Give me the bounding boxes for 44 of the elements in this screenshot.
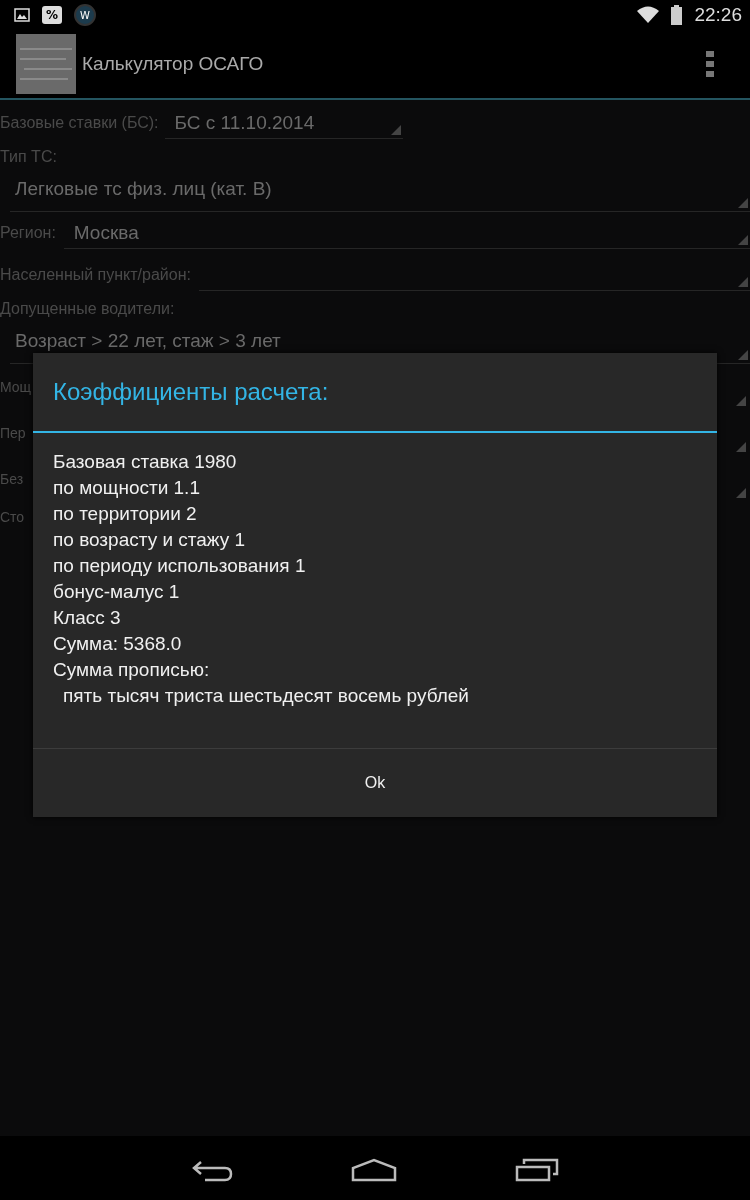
app-title: Калькулятор ОСАГО xyxy=(82,53,265,75)
result-line: по мощности 1.1 xyxy=(53,476,201,500)
result-line: по периоду использования 1 xyxy=(53,554,307,578)
result-line: по возрасту и стажу 1 xyxy=(53,528,247,552)
result-line: Класс 3 xyxy=(53,606,122,630)
back-icon[interactable] xyxy=(191,1158,233,1182)
result-line: бонус-малус 1 xyxy=(53,580,181,604)
ok-button[interactable]: Ok xyxy=(33,749,717,817)
dropdown-corner-icon xyxy=(738,198,748,208)
dropdown[interactable]: БС с 11.10.2014 xyxy=(164,107,403,139)
recent-apps-icon[interactable] xyxy=(515,1158,559,1182)
dropdown-corner-icon xyxy=(738,350,748,360)
field-label: Сто xyxy=(0,509,25,525)
dialog-title: Коэффициенты расчета: xyxy=(33,353,717,433)
dropdown-corner-icon xyxy=(738,277,748,287)
result-line: пять тысяч триста шестьдесят восемь рублей xyxy=(62,684,470,708)
field-label: Тип ТС: xyxy=(0,147,58,166)
home-icon[interactable] xyxy=(351,1158,397,1182)
result-line: Сумма прописью: xyxy=(53,658,211,682)
app-icon xyxy=(16,34,76,94)
picture-notification-icon xyxy=(14,7,30,23)
field-label: Допущенные водители: xyxy=(0,299,176,318)
dropdown[interactable]: Москва xyxy=(63,217,750,249)
wifi-icon xyxy=(637,6,660,24)
clock-time: 22:26 xyxy=(694,4,742,26)
field-label: Мощ xyxy=(0,379,32,395)
notification-badge: % xyxy=(42,6,63,24)
field-label: Пер xyxy=(0,425,26,441)
result-line: Сумма: 5368.0 xyxy=(53,632,183,656)
battery-icon xyxy=(671,5,683,25)
dropdown-corner-icon xyxy=(390,125,401,135)
dropdown-corner-icon xyxy=(736,488,746,498)
dropdown-corner-icon xyxy=(736,396,746,406)
field-label: Населенный пункт/район: xyxy=(0,266,191,284)
result-line: по территории 2 xyxy=(53,502,198,526)
notification-badge: W xyxy=(74,4,97,26)
result-line: Базовая ставка 1980 xyxy=(53,450,238,474)
dropdown[interactable]: Легковые тс физ. лиц (кат. В) xyxy=(10,166,750,212)
field-label: Базовые ставки (БС): xyxy=(0,114,159,132)
overflow-menu-icon[interactable] xyxy=(706,51,714,77)
dropdown-corner-icon xyxy=(736,442,746,452)
dropdown-corner-icon xyxy=(738,235,748,245)
field-label: Без xyxy=(0,471,24,487)
field-label: Регион: xyxy=(0,224,56,242)
